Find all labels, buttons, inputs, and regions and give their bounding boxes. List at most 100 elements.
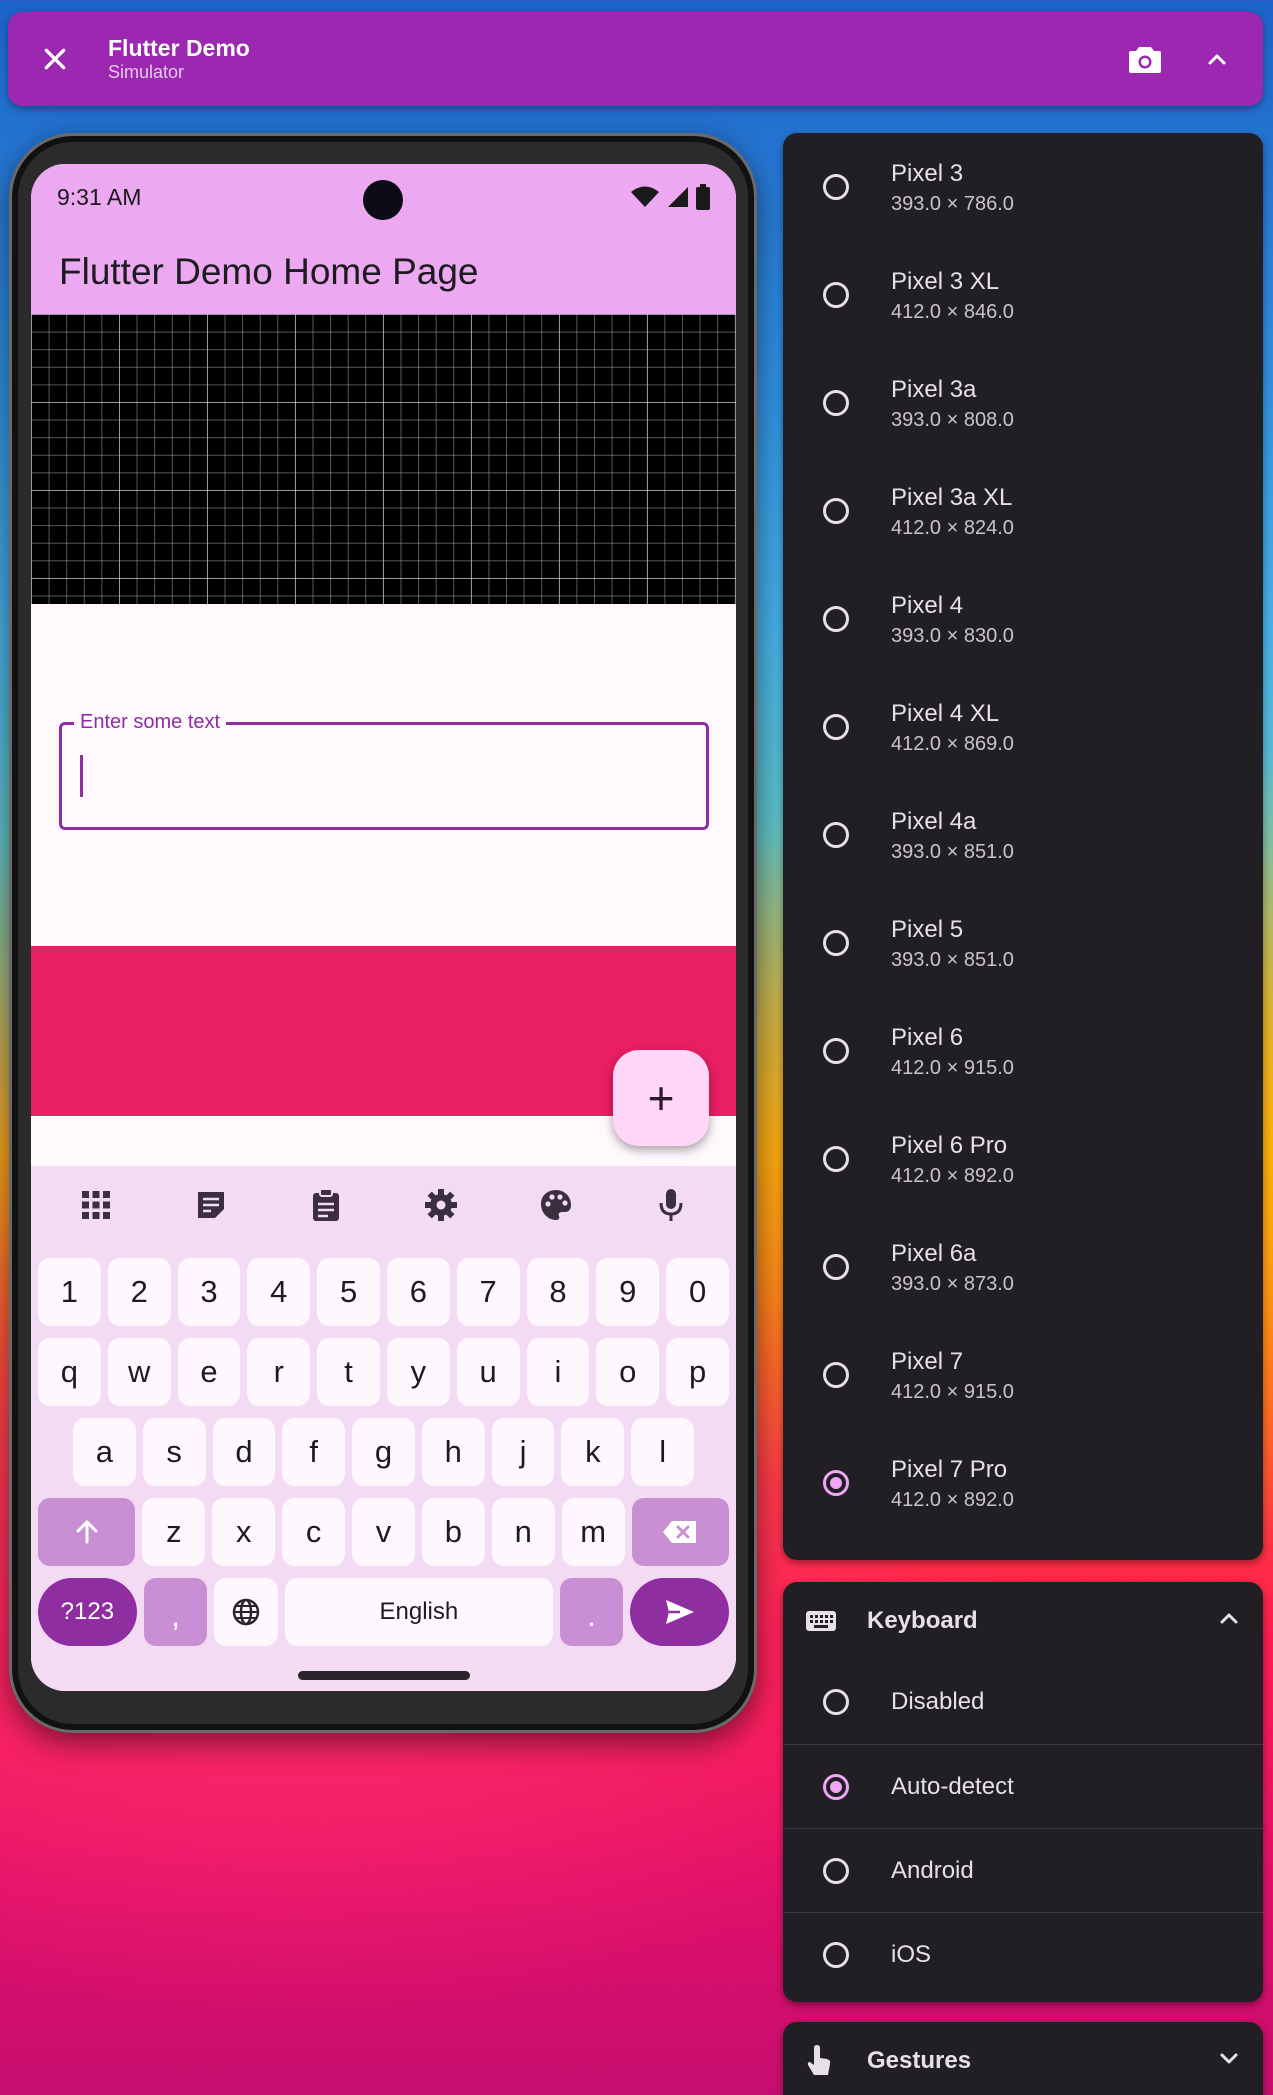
comma-key[interactable]: , (143, 1578, 208, 1646)
send-key[interactable] (630, 1578, 729, 1646)
radio-button[interactable] (823, 174, 849, 200)
key-g[interactable]: g (352, 1418, 415, 1486)
key-h[interactable]: h (421, 1418, 485, 1486)
key-q[interactable]: q (38, 1338, 101, 1406)
key-c[interactable]: c (282, 1498, 346, 1566)
key-i[interactable]: i (526, 1338, 590, 1406)
key-1[interactable]: 1 (38, 1258, 101, 1326)
key-j[interactable]: j (491, 1418, 555, 1486)
space-key[interactable]: English (285, 1578, 553, 1646)
device-option[interactable]: Pixel 6 412.0 × 915.0 (783, 997, 1263, 1105)
key-e[interactable]: e (177, 1338, 241, 1406)
radio-button[interactable] (823, 930, 849, 956)
device-option[interactable]: Pixel 6 Pro 412.0 × 892.0 (783, 1105, 1263, 1213)
collapse-button[interactable] (1181, 23, 1253, 95)
keyboard-mode-option[interactable]: Android (783, 1828, 1263, 1912)
radio-button[interactable] (823, 822, 849, 848)
symbols-key[interactable]: ?123 (38, 1578, 137, 1646)
apps-icon[interactable] (66, 1175, 126, 1235)
text-input-field[interactable]: Enter some text (59, 711, 709, 830)
key-w[interactable]: w (107, 1338, 171, 1406)
device-size: 412.0 × 846.0 (891, 301, 1014, 323)
radio-button[interactable] (823, 1362, 849, 1388)
device-option[interactable]: Pixel 4 XL 412.0 × 869.0 (783, 673, 1263, 781)
device-option[interactable]: Pixel 3 XL 412.0 × 846.0 (783, 241, 1263, 349)
home-indicator[interactable] (298, 1671, 470, 1680)
key-s[interactable]: s (142, 1418, 206, 1486)
key-n[interactable]: n (491, 1498, 555, 1566)
key-0[interactable]: 0 (666, 1258, 729, 1326)
close-button[interactable] (8, 12, 102, 106)
key-d[interactable]: d (212, 1418, 276, 1486)
radio-button[interactable] (823, 606, 849, 632)
microphone-icon[interactable] (641, 1175, 701, 1235)
keyboard-mode-option[interactable]: iOS (783, 1912, 1263, 1996)
palette-icon[interactable] (526, 1175, 586, 1235)
keyboard-settings-panel: Keyboard Disabled Auto-detect Android iOS (783, 1582, 1263, 2002)
key-4[interactable]: 4 (247, 1258, 311, 1326)
key-b[interactable]: b (421, 1498, 485, 1566)
key-f[interactable]: f (282, 1418, 346, 1486)
device-option[interactable]: Pixel 5 393.0 × 851.0 (783, 889, 1263, 997)
key-x[interactable]: x (212, 1498, 276, 1566)
device-option[interactable]: Pixel 3 393.0 × 786.0 (783, 133, 1263, 241)
key-k[interactable]: k (561, 1418, 625, 1486)
radio-button[interactable] (823, 1941, 849, 1968)
device-option[interactable]: Pixel 3a 393.0 × 808.0 (783, 349, 1263, 457)
keyboard-mode-option[interactable]: Disabled (783, 1660, 1263, 1744)
key-a[interactable]: a (73, 1418, 136, 1486)
radio-button[interactable] (823, 498, 849, 524)
key-8[interactable]: 8 (526, 1258, 590, 1326)
radio-button[interactable] (823, 1470, 849, 1496)
radio-button[interactable] (823, 1146, 849, 1172)
screenshot-button[interactable] (1109, 23, 1181, 95)
language-key[interactable] (214, 1578, 279, 1646)
key-r[interactable]: r (247, 1338, 311, 1406)
key-5[interactable]: 5 (317, 1258, 380, 1326)
key-v[interactable]: v (352, 1498, 415, 1566)
key-3[interactable]: 3 (177, 1258, 241, 1326)
device-option[interactable]: Pixel 4a 393.0 × 851.0 (783, 781, 1263, 889)
key-o[interactable]: o (596, 1338, 660, 1406)
device-text: Pixel 7 412.0 × 915.0 (891, 1347, 1014, 1407)
keyboard-mode-option[interactable]: Auto-detect (783, 1744, 1263, 1828)
radio-button[interactable] (823, 282, 849, 308)
radio-button[interactable] (823, 1254, 849, 1280)
device-option[interactable]: Pixel 7 Pro 412.0 × 892.0 (783, 1429, 1263, 1537)
key-z[interactable]: z (142, 1498, 206, 1566)
radio-button[interactable] (823, 1038, 849, 1064)
device-name: Pixel 7 Pro (891, 1456, 1008, 1483)
sticky-note-icon[interactable] (181, 1175, 241, 1235)
period-key[interactable]: . (559, 1578, 624, 1646)
key-t[interactable]: t (317, 1338, 380, 1406)
key-9[interactable]: 9 (596, 1258, 660, 1326)
radio-button[interactable] (823, 714, 849, 740)
device-name: Pixel 6 Pro (891, 1132, 1008, 1159)
key-y[interactable]: y (386, 1338, 450, 1406)
device-text: Pixel 5 393.0 × 851.0 (891, 915, 1014, 975)
key-m[interactable]: m (561, 1498, 625, 1566)
add-fab-button[interactable]: + (613, 1050, 709, 1146)
shift-key[interactable] (38, 1498, 136, 1566)
device-option[interactable]: Pixel 3a XL 412.0 × 824.0 (783, 457, 1263, 565)
device-text: Pixel 3a 393.0 × 808.0 (891, 375, 1014, 435)
key-2[interactable]: 2 (107, 1258, 171, 1326)
key-6[interactable]: 6 (386, 1258, 450, 1326)
backspace-key[interactable] (631, 1498, 730, 1566)
key-l[interactable]: l (631, 1418, 695, 1486)
settings-icon[interactable] (411, 1175, 471, 1235)
key-7[interactable]: 7 (456, 1258, 520, 1326)
clipboard-icon[interactable] (296, 1175, 356, 1235)
key-u[interactable]: u (456, 1338, 520, 1406)
radio-button[interactable] (823, 1689, 849, 1715)
device-option[interactable]: Pixel 7 412.0 × 915.0 (783, 1321, 1263, 1429)
radio-button[interactable] (823, 1857, 849, 1884)
device-size: 412.0 × 869.0 (891, 733, 1014, 755)
device-option[interactable]: Pixel 6a 393.0 × 873.0 (783, 1213, 1263, 1321)
key-p[interactable]: p (666, 1338, 729, 1406)
device-option[interactable]: Pixel 4 393.0 × 830.0 (783, 565, 1263, 673)
radio-button[interactable] (823, 390, 849, 416)
radio-button[interactable] (823, 1773, 849, 1800)
gestures-panel-header[interactable]: Gestures (783, 2022, 1263, 2095)
keyboard-panel-header[interactable]: Keyboard (783, 1582, 1263, 1660)
